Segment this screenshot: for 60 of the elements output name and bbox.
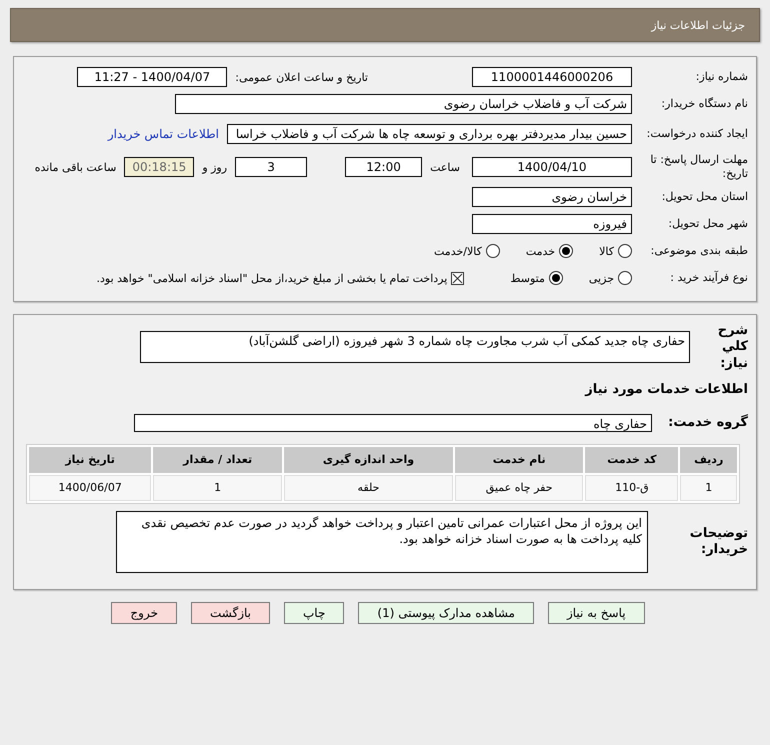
column-header: کد خدمت (585, 446, 678, 473)
action-button[interactable]: چاپ (284, 602, 344, 624)
column-header: ردیف (680, 446, 737, 473)
radio-label: جزیی (588, 272, 614, 284)
checkbox[interactable] (451, 272, 464, 284)
field-label: نام دستگاه خریدار: (660, 97, 748, 111)
table-cell: حلقه (284, 474, 454, 501)
radio-button[interactable] (618, 244, 632, 258)
column-header: نام خدمت (455, 446, 584, 473)
field-label: ایجاد کننده درخواست: (646, 127, 748, 141)
service-group-field: حفاری چاه (134, 414, 652, 432)
radio-button[interactable] (486, 244, 500, 258)
contact-link[interactable]: اطلاعات تماس خریدار (108, 127, 219, 141)
field-label: شرح كلي نياز: (716, 323, 748, 372)
radio-label: کالا (599, 244, 614, 258)
radio-button[interactable] (559, 244, 574, 258)
radio-button[interactable] (548, 271, 563, 285)
field-label: مهلت ارسال پاسخ: تا تاریخ: (649, 153, 748, 181)
action-button[interactable]: خروج (111, 602, 177, 624)
deadline-time-field: 12:00 (345, 157, 422, 177)
table-cell: 1 (680, 474, 737, 501)
column-header: واحد اندازه گیری (284, 446, 454, 473)
action-button[interactable]: پاسخ به نیاز (548, 602, 645, 624)
table-cell: ق-110 (585, 474, 678, 501)
table-cell: 1 (153, 474, 282, 501)
deadline-date-field: 1400/04/10 (472, 157, 632, 177)
field-label: ساعت (430, 160, 460, 174)
field-label: شماره نیاز: (694, 70, 748, 84)
field-label: استان محل تحویل: (660, 190, 748, 204)
field-label: توضیحات خریدار: (688, 526, 748, 558)
column-header: تعداد / مقدار (153, 446, 282, 473)
action-button[interactable]: مشاهده مدارک پیوستی (1) (358, 602, 534, 624)
table-cell: 1400/06/07 (29, 474, 152, 501)
radio-label: خدمت (526, 244, 556, 258)
page-title: جزئیات اطلاعات نیاز (651, 18, 745, 32)
province-field: خراسان رضوی (472, 187, 632, 207)
buyer-notes-field: این پروژه از محل اعتبارات عمرانی تامین اعتبار و پرداخت خواهد گردید در صورت عدم تخصیص نقدی کلیه پرداخت ها به صورت اسناد خزانه خواهد بود. (116, 510, 648, 573)
announce-date-field: 1400/04/07 - 11:27 (77, 67, 228, 87)
column-header: تاریخ نیاز (29, 446, 152, 473)
radio-label: کالا/خدمت (434, 244, 482, 258)
need-number-field: 1100001446000206 (472, 67, 632, 87)
radio-button[interactable] (618, 271, 632, 285)
city-field: فیروزه (472, 214, 632, 234)
field-label: گروه خدمت: (667, 414, 748, 431)
description-field: حفاری چاه جدید کمکی آب شرب مجاورت چاه شماره 3 شهر فیروزه (اراضی گلشن‌آباد) (140, 331, 690, 364)
field-label: نوع فرآیند خرید : (669, 271, 748, 285)
field-label: طبقه بندی موضوعی: (650, 244, 748, 258)
section-title: اطلاعات خدمات مورد نیاز (584, 382, 748, 398)
field-label: شهر محل تحویل: (667, 217, 748, 231)
field-label: ساعت باقی مانده (34, 160, 116, 174)
buyer-field: شرکت آب و فاضلاب خراسان رضوی (175, 94, 632, 114)
field-label: روز و (202, 160, 228, 174)
field-label: تاریخ و ساعت اعلان عمومی: (235, 70, 368, 84)
checkbox-label: پرداخت تمام یا بخشی از مبلغ خرید،از محل "اسناد خزانه اسلامی" خواهد بود. (96, 272, 448, 284)
table-cell: حفر چاه عمیق (455, 474, 584, 501)
requester-field: حسین بیدار مدیردفتر بهره برداری و توسعه چاه ها شرکت آب و فاضلاب خراسا (227, 124, 632, 144)
remaining-time-field: 00:18:15 (124, 157, 194, 177)
radio-label: متوسط (510, 272, 545, 284)
action-button[interactable]: بازگشت (191, 602, 270, 624)
days-field: 3 (235, 157, 308, 177)
